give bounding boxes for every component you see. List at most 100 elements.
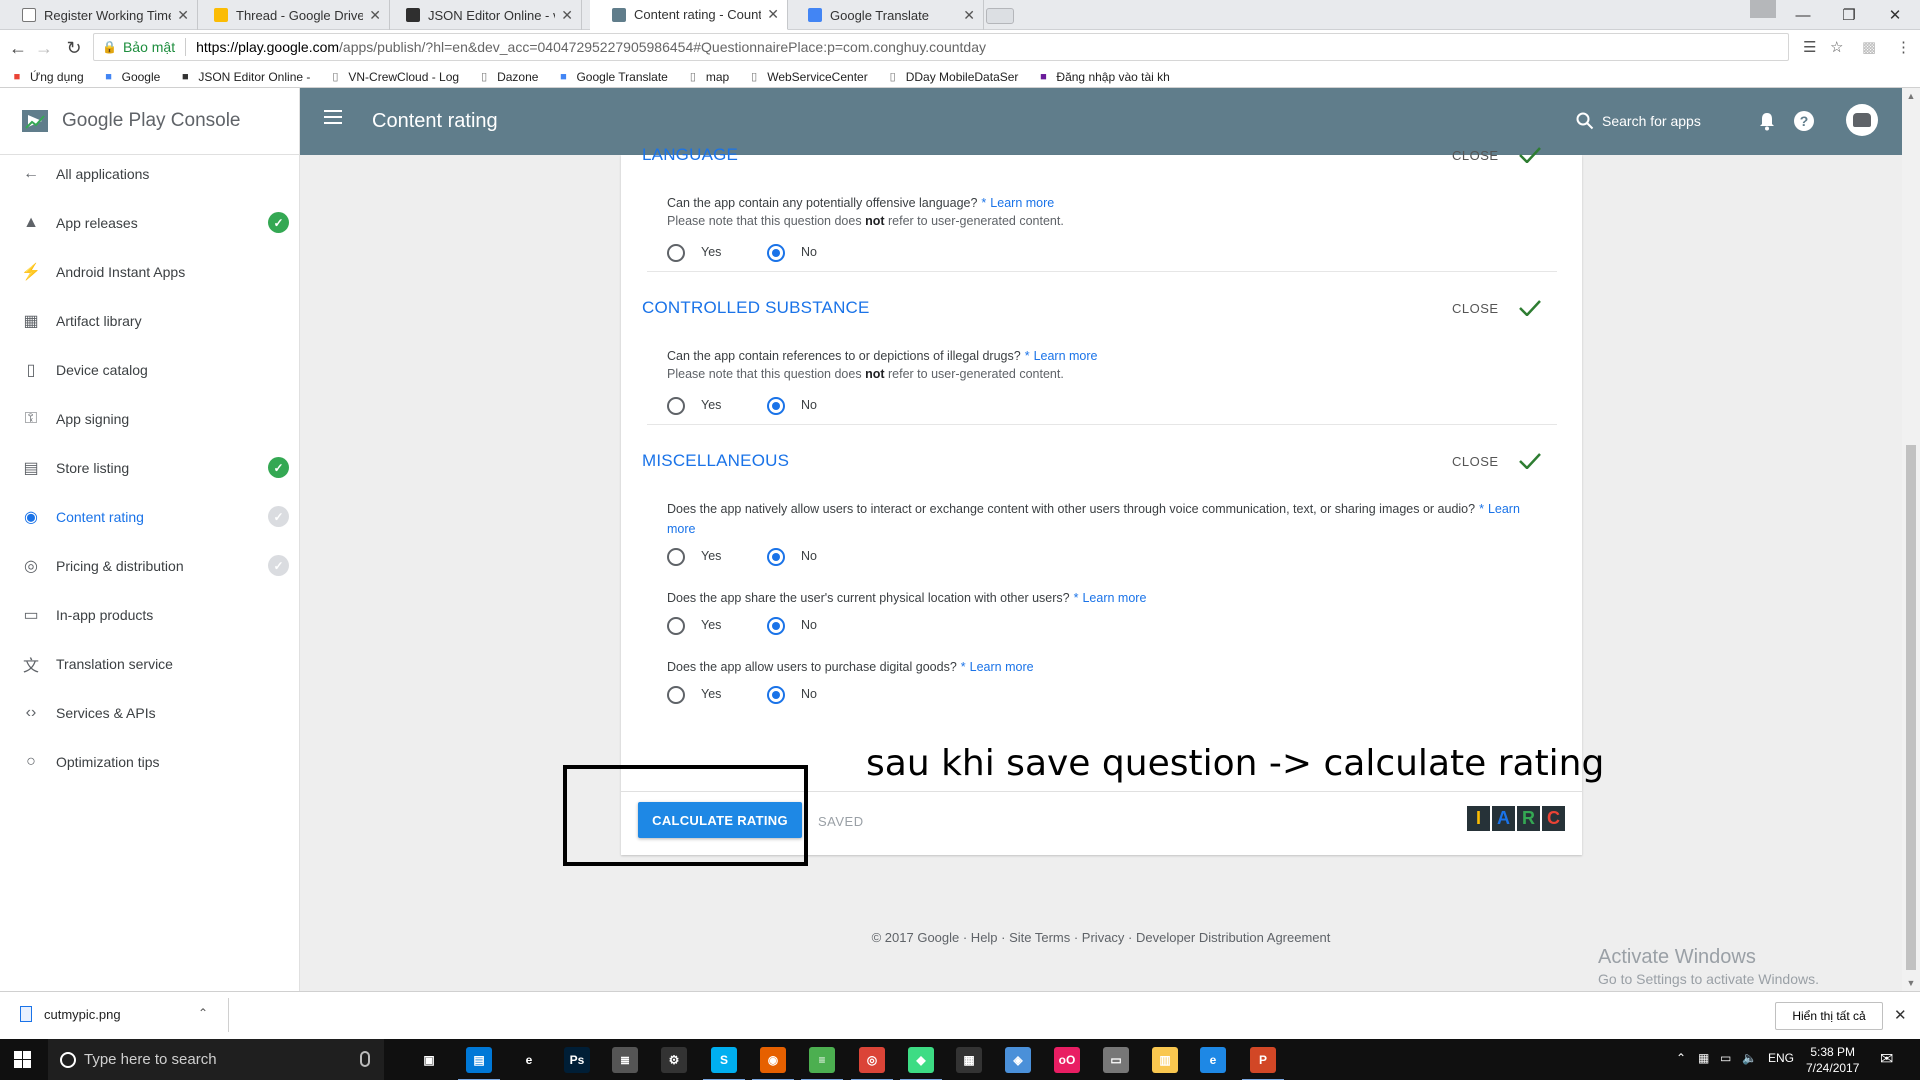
bookmark-item[interactable]: ▯ DDay MobileDataSer (886, 70, 1019, 84)
tab-close-icon[interactable]: ✕ (561, 7, 573, 24)
sidebar-item[interactable]: ▤ Store listing ✓ (0, 443, 299, 492)
new-tab-button[interactable] (986, 8, 1014, 24)
sidebar-item[interactable]: ⚡ Android Instant Apps (0, 247, 299, 296)
tray-app-icon[interactable]: ▦ (1698, 1051, 1709, 1065)
radio-no[interactable] (767, 548, 785, 566)
translate-page-icon[interactable]: ☰ (1803, 38, 1816, 56)
tab-close-icon[interactable]: ✕ (369, 7, 381, 24)
page-footer[interactable]: © 2017 Google · Help · Site Terms · Priv… (300, 930, 1902, 945)
minimize-icon[interactable]: — (1780, 0, 1826, 30)
learn-more-link[interactable]: Learn more (1034, 349, 1098, 363)
tab-close-icon[interactable]: ✕ (767, 6, 779, 23)
sidebar-item[interactable]: ‹› Services & APIs (0, 688, 299, 737)
sidebar-item[interactable]: ▯ Device catalog (0, 345, 299, 394)
system-clock[interactable]: 5:38 PM 7/24/2017 (1806, 1044, 1859, 1076)
database-icon[interactable]: ≣ (612, 1047, 638, 1073)
radio-no[interactable] (767, 397, 785, 415)
menu-icon[interactable] (324, 110, 342, 124)
radio-yes[interactable] (667, 244, 685, 262)
show-all-downloads-button[interactable]: Hiển thị tất cả (1775, 1002, 1883, 1030)
notepad-icon[interactable]: ≡ (801, 1047, 843, 1080)
radio-yes[interactable] (667, 548, 685, 566)
bookmark-star-icon[interactable]: ☆ (1830, 38, 1843, 56)
section-close-button[interactable]: CLOSE (1452, 454, 1499, 469)
file-explorer-icon[interactable]: ▥ (1152, 1047, 1178, 1073)
bookmark-item[interactable]: ■ Google Translate (556, 70, 668, 84)
forward-icon[interactable]: → (30, 34, 58, 62)
help-icon[interactable]: ? (1790, 107, 1818, 135)
sidebar-item[interactable]: ▦ Artifact library (0, 296, 299, 345)
powerpoint-icon[interactable]: P (1242, 1047, 1284, 1080)
chrome-icon[interactable]: ◎ (851, 1047, 893, 1080)
extension-icon[interactable]: ▩ (1862, 38, 1876, 56)
photoshop-icon[interactable]: Ps (564, 1047, 590, 1073)
sidebar-item[interactable]: ◎ Pricing & distribution ✓ (0, 541, 299, 590)
windows-start-icon[interactable] (14, 1051, 31, 1068)
bookmark-item[interactable]: ▯ WebServiceCenter (747, 70, 868, 84)
action-center-icon[interactable]: ✉ (1880, 1049, 1893, 1069)
chevron-up-icon[interactable]: ⌃ (198, 1006, 208, 1020)
section-close-button[interactable]: CLOSE (1452, 148, 1499, 163)
scroll-down-icon[interactable]: ▼ (1902, 975, 1920, 991)
tray-chevron-icon[interactable]: ⌃ (1676, 1051, 1686, 1065)
android-studio-icon[interactable]: ◆ (900, 1047, 942, 1080)
sidebar-item[interactable]: ← All applications (0, 149, 299, 198)
skype-icon[interactable]: S (703, 1047, 745, 1080)
sidebar-item[interactable]: ⚿ App signing (0, 394, 299, 443)
task-view-icon[interactable]: ▣ (416, 1047, 442, 1073)
page-scrollbar[interactable]: ▲ ▼ (1902, 88, 1920, 991)
learn-more-link[interactable]: Learn more (1082, 591, 1146, 605)
remote-desktop-icon[interactable]: ▭ (1103, 1047, 1129, 1073)
network-icon[interactable]: ▭ (1720, 1051, 1731, 1065)
download-item[interactable]: cutmypic.png (20, 1006, 121, 1022)
back-icon[interactable]: ← (4, 34, 32, 62)
chrome-menu-icon[interactable]: ⋮ (1896, 38, 1911, 56)
visual-tool-icon[interactable]: ◈ (1005, 1047, 1031, 1073)
bookmark-item[interactable]: ■ Google (102, 70, 160, 84)
bookmark-item[interactable]: ■ Đăng nhập vào tài kh (1036, 70, 1170, 84)
bookmark-item[interactable]: ▯ map (686, 70, 729, 84)
learn-more-link[interactable]: Learn more (970, 660, 1034, 674)
account-avatar[interactable] (1846, 104, 1878, 136)
close-window-icon[interactable]: ✕ (1872, 0, 1918, 30)
ooo-icon[interactable]: oO (1054, 1047, 1080, 1073)
sidebar-item[interactable]: 文 Translation service (0, 639, 299, 688)
sidebar-item[interactable]: ▭ In-app products (0, 590, 299, 639)
input-language[interactable]: ENG (1768, 1051, 1794, 1065)
browser-tab[interactable]: JSON Editor Online - vie ✕ (384, 0, 582, 30)
browser-tab[interactable]: Google Translate ✕ (786, 0, 984, 30)
ie-icon[interactable]: e (1200, 1047, 1226, 1073)
sidebar-item[interactable]: ▲ App releases ✓ (0, 198, 299, 247)
learn-more-link[interactable]: Learn more (990, 196, 1054, 210)
scroll-thumb[interactable] (1906, 445, 1916, 970)
notifications-bell-icon[interactable] (1753, 107, 1781, 135)
store-app-icon[interactable]: ▤ (458, 1047, 500, 1080)
scroll-up-icon[interactable]: ▲ (1902, 88, 1920, 104)
profile-button[interactable] (1750, 0, 1776, 18)
radio-yes[interactable] (667, 617, 685, 635)
radio-no[interactable] (767, 244, 785, 262)
radio-no[interactable] (767, 686, 785, 704)
radio-yes[interactable] (667, 397, 685, 415)
restore-icon[interactable]: ❐ (1826, 0, 1872, 30)
search-apps-button[interactable]: Search for apps (1576, 112, 1701, 130)
browser-tab[interactable]: Register Working Time ✕ (0, 0, 198, 30)
edge-icon[interactable]: e (516, 1047, 542, 1073)
network-tool-icon[interactable]: ⚙ (661, 1047, 687, 1073)
console-brand[interactable]: Google Play Console (0, 88, 299, 155)
tab-close-icon[interactable]: ✕ (963, 7, 975, 24)
bookmark-item[interactable]: ■ Ứng dụng (10, 70, 84, 84)
reload-icon[interactable]: ↻ (60, 34, 88, 62)
radio-no[interactable] (767, 617, 785, 635)
section-close-button[interactable]: CLOSE (1452, 301, 1499, 316)
browser-tab[interactable]: Content rating - Count D ✕ (590, 0, 788, 30)
address-bar[interactable]: 🔒 Bảo mật https://play.google.com/apps/p… (93, 33, 1789, 61)
bookmark-item[interactable]: ▯ Dazone (477, 70, 538, 84)
close-icon[interactable]: ✕ (1894, 1006, 1907, 1024)
browser-tab[interactable]: Thread - Google Drive ✕ (192, 0, 390, 30)
taskbar-search[interactable]: Type here to search (48, 1039, 384, 1080)
tab-close-icon[interactable]: ✕ (177, 7, 189, 24)
radio-yes[interactable] (667, 686, 685, 704)
sidebar-item[interactable]: ○ Optimization tips (0, 737, 299, 786)
calculator-icon[interactable]: ▦ (956, 1047, 982, 1073)
